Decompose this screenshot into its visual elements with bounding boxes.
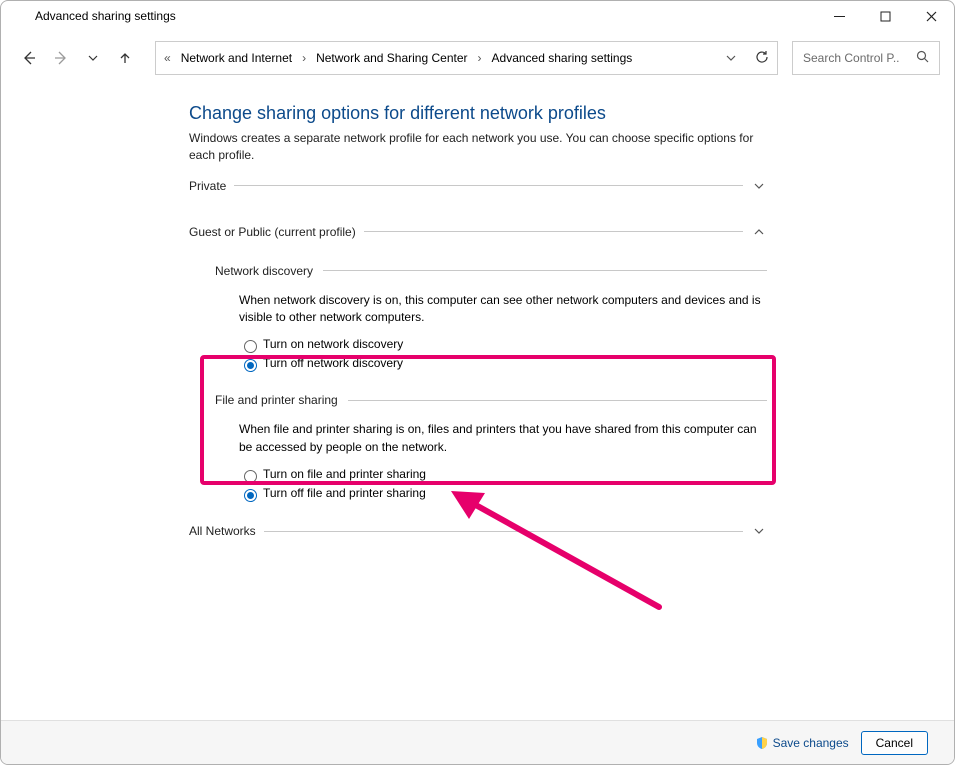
page-subheading: Windows creates a separate network profi… <box>189 130 767 164</box>
breadcrumb-sep-icon: › <box>296 51 312 65</box>
address-dropdown-icon[interactable] <box>723 50 739 66</box>
titlebar: Advanced sharing settings <box>1 1 954 33</box>
profile-all-networks[interactable]: All Networks <box>189 523 767 539</box>
profile-guest-label: Guest or Public (current profile) <box>189 225 356 239</box>
refresh-button[interactable] <box>755 50 769 67</box>
breadcrumb-network-internet[interactable]: Network and Internet <box>177 51 296 65</box>
cancel-button[interactable]: Cancel <box>861 731 928 755</box>
save-changes-button[interactable]: Save changes <box>755 736 849 750</box>
content-area: Change sharing options for different net… <box>1 83 954 720</box>
radio-file-printer-off[interactable]: Turn off file and printer sharing <box>239 485 767 501</box>
section-title-file-printer: File and printer sharing <box>215 393 338 407</box>
cancel-label: Cancel <box>876 736 913 750</box>
search-box[interactable] <box>792 41 940 75</box>
minimize-button[interactable] <box>816 1 862 31</box>
forward-button[interactable] <box>47 44 75 72</box>
profile-all-label: All Networks <box>189 524 256 538</box>
network-discovery-desc: When network discovery is on, this compu… <box>239 292 767 327</box>
radio-input[interactable] <box>244 359 257 372</box>
window-title: Advanced sharing settings <box>11 1 188 23</box>
chevron-down-icon <box>751 523 767 539</box>
address-bar[interactable]: « Network and Internet › Network and Sha… <box>155 41 778 75</box>
recent-dropdown[interactable] <box>79 44 107 72</box>
radio-input[interactable] <box>244 489 257 502</box>
breadcrumb-advanced-sharing[interactable]: Advanced sharing settings <box>488 51 637 65</box>
radio-label: Turn off file and printer sharing <box>263 486 426 500</box>
page-heading: Change sharing options for different net… <box>189 103 767 124</box>
save-changes-label: Save changes <box>773 736 849 750</box>
shield-icon <box>755 736 769 750</box>
file-printer-desc: When file and printer sharing is on, fil… <box>239 421 767 456</box>
radio-label: Turn on network discovery <box>263 337 403 351</box>
profile-private-label: Private <box>189 179 226 193</box>
footer: Save changes Cancel <box>1 720 954 764</box>
radio-network-discovery-on[interactable]: Turn on network discovery <box>239 336 767 352</box>
radio-label: Turn on file and printer sharing <box>263 467 426 481</box>
radio-network-discovery-off[interactable]: Turn off network discovery <box>239 355 767 371</box>
profile-guest-public[interactable]: Guest or Public (current profile) <box>189 224 767 240</box>
chevron-down-icon <box>751 178 767 194</box>
chevron-up-icon <box>751 224 767 240</box>
radio-input[interactable] <box>244 470 257 483</box>
radio-file-printer-on[interactable]: Turn on file and printer sharing <box>239 466 767 482</box>
search-icon[interactable] <box>916 50 929 66</box>
breadcrumb-sep-icon: › <box>472 51 488 65</box>
breadcrumb-network-sharing-center[interactable]: Network and Sharing Center <box>312 51 471 65</box>
back-button[interactable] <box>15 44 43 72</box>
section-network-discovery: Network discovery When network discovery… <box>215 264 767 372</box>
radio-input[interactable] <box>244 340 257 353</box>
section-title-network-discovery: Network discovery <box>215 264 313 278</box>
nav-bar: « Network and Internet › Network and Sha… <box>1 33 954 83</box>
section-file-printer-sharing: File and printer sharing When file and p… <box>215 393 767 501</box>
address-overflow-icon[interactable]: « <box>164 51 177 65</box>
close-button[interactable] <box>908 1 954 31</box>
radio-label: Turn off network discovery <box>263 356 403 370</box>
up-button[interactable] <box>111 44 139 72</box>
search-input[interactable] <box>801 50 901 66</box>
maximize-button[interactable] <box>862 1 908 31</box>
window: Advanced sharing settings « <box>0 0 955 765</box>
profile-private[interactable]: Private <box>189 178 767 194</box>
